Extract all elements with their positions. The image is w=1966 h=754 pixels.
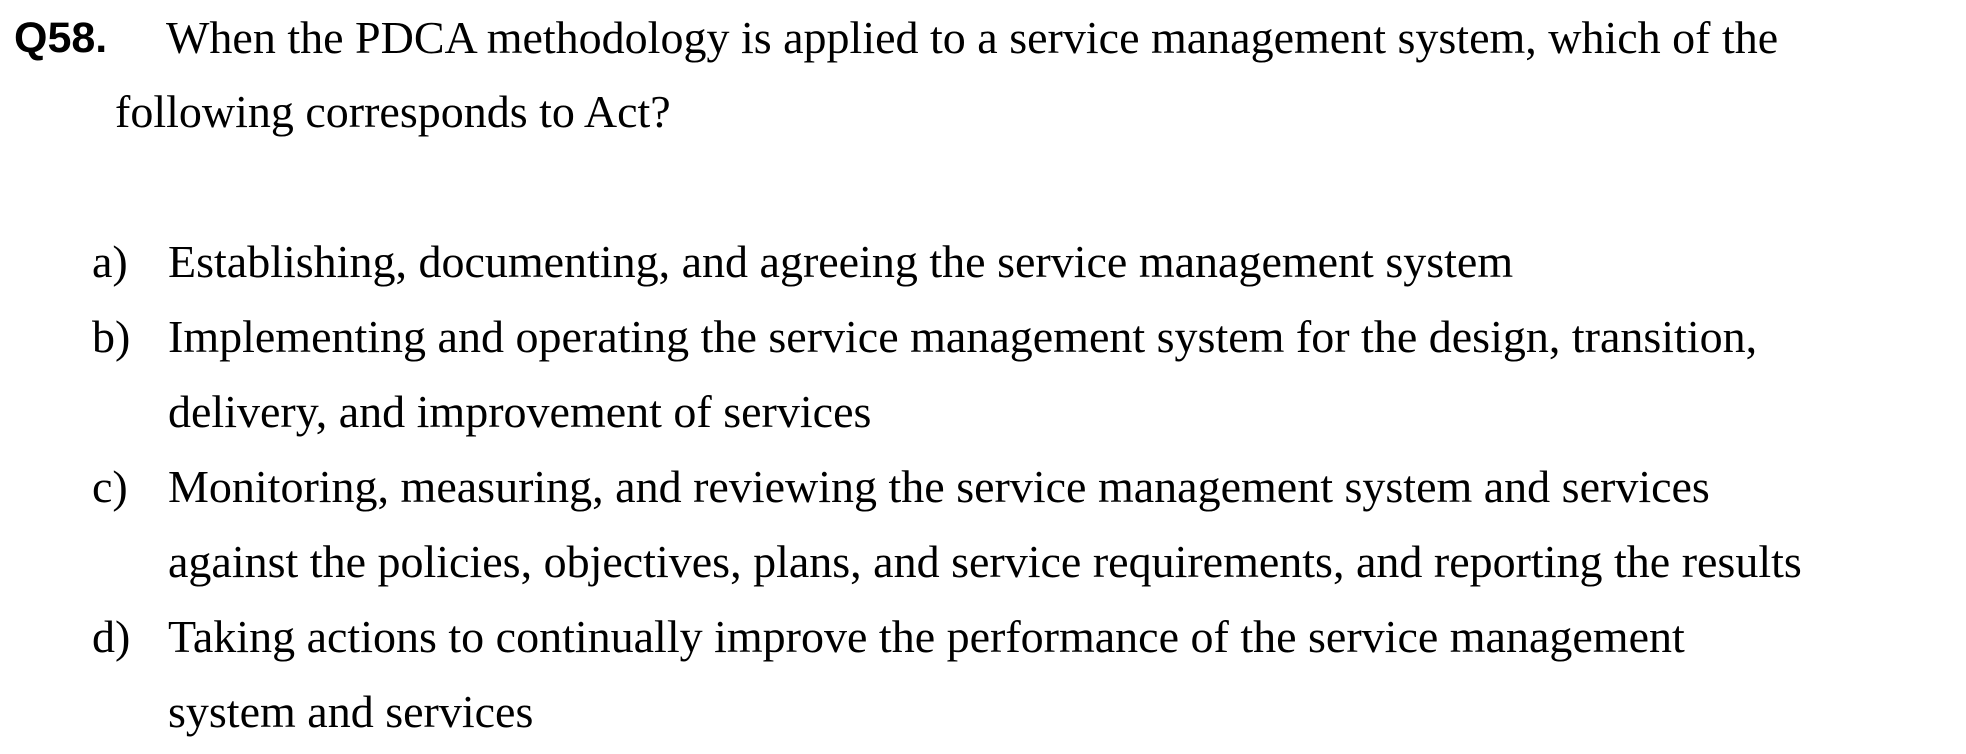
- question-number: Q58.: [14, 14, 108, 62]
- option-c-text-line-2: against the policies, objectives, plans,…: [168, 536, 1802, 587]
- option-c-text-line-1: Monitoring, measuring, and reviewing the…: [168, 461, 1710, 512]
- option-a-text-line-1: Establishing, documenting, and agreeing …: [168, 236, 1514, 287]
- option-d-text-line-2: system and services: [168, 686, 534, 737]
- question-text-line-1: When the PDCA methodology is applied to …: [166, 12, 1779, 63]
- question-page: Q58. When the PDCA methodology is applie…: [0, 0, 1966, 754]
- option-d-text-line-1: Taking actions to continually improve th…: [168, 611, 1685, 662]
- option-c-letter: c): [92, 461, 128, 512]
- option-b-letter: b): [92, 311, 131, 362]
- question-text-line-2: following corresponds to Act?: [115, 86, 671, 137]
- option-b-text-line-1: Implementing and operating the service m…: [168, 311, 1758, 362]
- option-b-text-line-2: delivery, and improvement of services: [168, 386, 872, 437]
- option-d-letter: d): [92, 611, 131, 662]
- option-a-letter: a): [92, 236, 128, 287]
